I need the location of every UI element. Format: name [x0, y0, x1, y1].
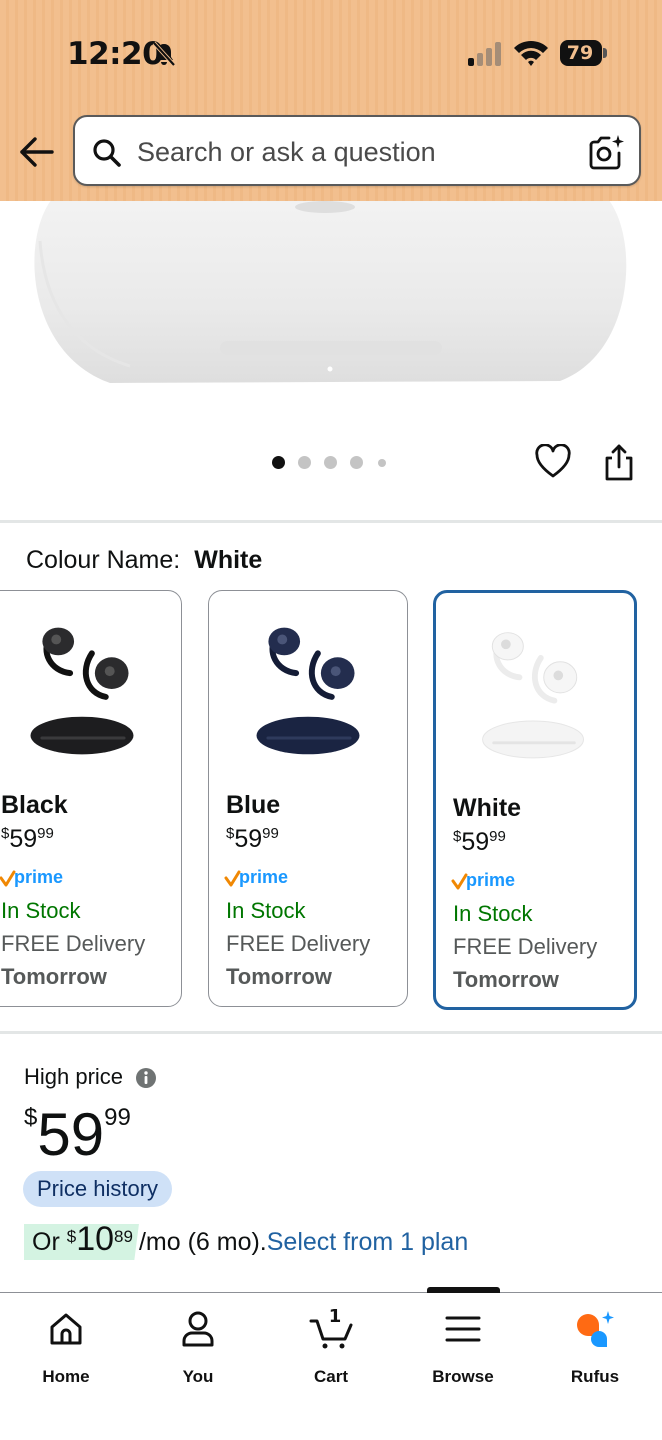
camera-search-icon[interactable] [587, 133, 625, 171]
app-header: 12:20 79 Search or ask a question [0, 0, 662, 201]
svg-text:prime: prime [14, 867, 63, 887]
prime-badge-icon: prime [451, 870, 515, 890]
blue-earbuds-thumbnail [256, 627, 360, 755]
variant-name: White [453, 794, 522, 822]
nav-you[interactable]: You [143, 1307, 253, 1397]
active-tab-indicator [427, 1287, 500, 1293]
prime-badge-icon: prime [224, 867, 288, 887]
image-carousel-dots[interactable] [272, 456, 392, 470]
variant-card-black[interactable]: Black $5999 prime In Stock FREE Delivery… [0, 590, 182, 1007]
nav-home[interactable]: Home [11, 1307, 121, 1397]
variant-delivery-day: Tomorrow [1, 964, 107, 989]
variant-name: Blue [226, 791, 281, 819]
search-bar[interactable]: Search or ask a question [73, 115, 641, 186]
section-divider [0, 1031, 662, 1034]
section-divider [0, 520, 662, 523]
signal-icon [468, 42, 501, 66]
installment-offer: Or $1089/mo (6 mo).Select from 1 plan [24, 1220, 468, 1266]
variant-delivery-day: Tomorrow [226, 964, 332, 989]
cart-icon: 1 [309, 1307, 353, 1349]
nav-cart[interactable]: 1 Cart [276, 1307, 386, 1397]
colour-value: White [194, 546, 263, 574]
share-icon[interactable] [602, 444, 636, 482]
variant-stock: In Stock [226, 898, 306, 923]
black-earbuds-thumbnail [30, 627, 134, 755]
variant-stock: In Stock [453, 901, 533, 926]
cart-count: 1 [329, 1307, 342, 1327]
info-icon[interactable] [135, 1067, 157, 1089]
variant-delivery: FREE Delivery [226, 931, 371, 956]
rufus-icon [577, 1311, 614, 1347]
variant-delivery-day: Tomorrow [453, 967, 559, 992]
bell-muted-icon [152, 41, 176, 67]
variant-delivery: FREE Delivery [453, 934, 598, 959]
person-icon [182, 1311, 214, 1347]
nav-browse[interactable]: Browse [408, 1307, 518, 1397]
bottom-navigation: Home You 1 Cart Browse Rufus [0, 1287, 662, 1440]
variant-name: Black [1, 791, 68, 819]
installment-amount: Or $1089 [24, 1224, 139, 1260]
menu-icon [445, 1316, 481, 1342]
select-plan-link[interactable]: Select from 1 plan [267, 1228, 469, 1256]
status-time: 12:20 [67, 36, 164, 72]
search-icon [93, 139, 121, 167]
variant-price: $5999 [1, 825, 54, 853]
high-price-badge: High price [24, 1064, 124, 1089]
variant-stock: In Stock [1, 898, 81, 923]
svg-text:prime: prime [466, 870, 515, 890]
search-input[interactable]: Search or ask a question [137, 137, 436, 168]
wifi-icon [514, 40, 548, 66]
variant-delivery: FREE Delivery [1, 931, 146, 956]
variant-card-white[interactable]: White $5999 prime In Stock FREE Delivery… [433, 590, 637, 1010]
status-bar: 12:20 79 [0, 0, 662, 100]
home-icon [50, 1313, 82, 1345]
prime-badge-icon: prime [0, 867, 63, 887]
colour-name-row: Colour Name: White [26, 546, 262, 575]
main-price: $5999 [24, 1101, 131, 1168]
back-arrow-icon[interactable] [18, 134, 56, 170]
variant-price: $5999 [226, 825, 279, 853]
variant-card-blue[interactable]: Blue $5999 prime In Stock FREE Delivery … [208, 590, 408, 1007]
battery-indicator: 79 [560, 40, 608, 66]
price-history-button[interactable]: Price history [23, 1171, 173, 1207]
colour-label: Colour Name: [26, 546, 181, 574]
variant-price: $5999 [453, 828, 506, 856]
svg-text:prime: prime [239, 867, 288, 887]
heart-icon[interactable] [535, 444, 571, 480]
white-earbuds-thumbnail [482, 632, 585, 759]
nav-rufus[interactable]: Rufus [540, 1307, 650, 1397]
